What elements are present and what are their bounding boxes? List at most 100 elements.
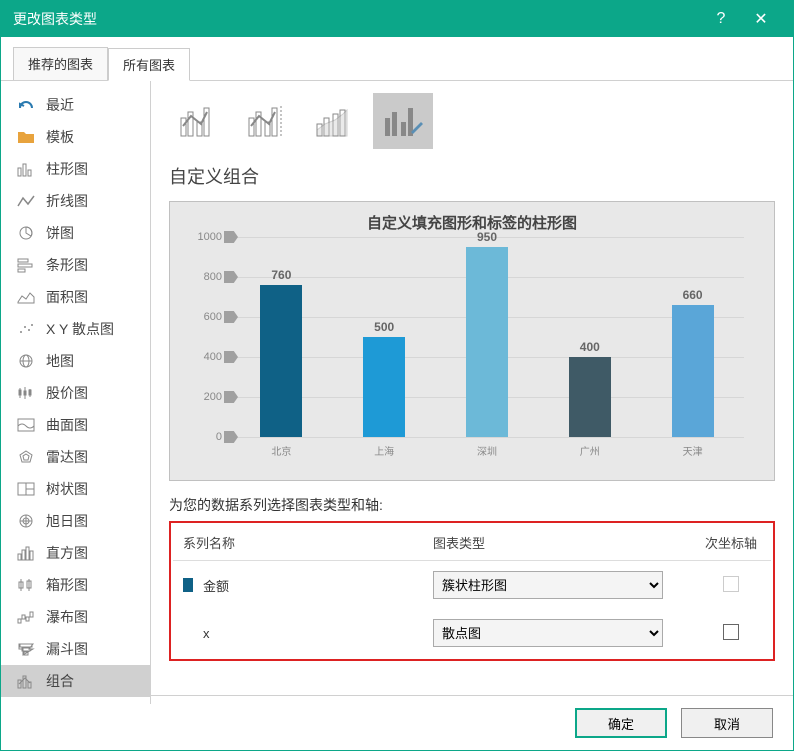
series-config-box: 系列名称 图表类型 次坐标轴 金额 簇状柱形图 x 散点图 (169, 521, 775, 661)
combo-type-1[interactable] (169, 93, 229, 149)
category-icon (16, 608, 36, 626)
sidebar-item-15[interactable]: 箱形图 (1, 569, 150, 601)
sidebar-item-label: 最近 (46, 95, 74, 115)
series-type-select[interactable]: 散点图 (433, 619, 663, 647)
combo-type-2[interactable] (237, 93, 297, 149)
combo-type-3[interactable] (305, 93, 365, 149)
ok-button[interactable]: 确定 (575, 708, 667, 738)
sidebar-item-4[interactable]: 饼图 (1, 217, 150, 249)
sidebar-item-1[interactable]: 模板 (1, 121, 150, 153)
chart-category-sidebar: 最近模板柱形图折线图饼图条形图面积图 X Y 散点图地图股价图曲面图雷达图树状图旭… (1, 81, 151, 704)
series-type-select[interactable]: 簇状柱形图 (433, 571, 663, 599)
sidebar-item-16[interactable]: 瀑布图 (1, 601, 150, 633)
secondary-axis-checkbox[interactable] (723, 624, 739, 640)
sidebar-item-12[interactable]: 树状图 (1, 473, 150, 505)
help-button[interactable]: ? (701, 10, 741, 28)
bar (363, 337, 405, 437)
bar-group: 660 (663, 288, 723, 437)
sidebar-item-18[interactable]: 组合 (1, 665, 150, 697)
category-icon (16, 640, 36, 658)
series-name-text: x (203, 626, 210, 641)
series-row: 金额 簇状柱形图 (173, 561, 771, 610)
bar-value-label: 500 (374, 320, 394, 334)
sidebar-item-13[interactable]: 旭日图 (1, 505, 150, 537)
sidebar-item-17[interactable]: 漏斗图 (1, 633, 150, 665)
sidebar-item-label: 饼图 (46, 223, 74, 243)
bar (260, 285, 302, 437)
x-tick: 广州 (560, 443, 620, 458)
sidebar-item-5[interactable]: 条形图 (1, 249, 150, 281)
close-button[interactable]: ✕ (741, 9, 781, 29)
sidebar-item-9[interactable]: 股价图 (1, 377, 150, 409)
sidebar-item-14[interactable]: 直方图 (1, 537, 150, 569)
category-icon (16, 544, 36, 562)
category-icon (16, 384, 36, 402)
category-icon (16, 576, 36, 594)
bar-group: 950 (457, 230, 517, 437)
sidebar-item-3[interactable]: 折线图 (1, 185, 150, 217)
y-tick: 400 (192, 351, 222, 363)
sidebar-item-label: 箱形图 (46, 575, 88, 595)
bar-value-label: 660 (683, 288, 703, 302)
sidebar-item-6[interactable]: 面积图 (1, 281, 150, 313)
category-icon (16, 512, 36, 530)
sidebar-item-label: 直方图 (46, 543, 88, 563)
sidebar-item-8[interactable]: 地图 (1, 345, 150, 377)
sidebar-item-label: 地图 (46, 351, 74, 371)
col-secondary-axis: 次坐标轴 (691, 525, 771, 561)
bar (466, 247, 508, 437)
bar-value-label: 400 (580, 340, 600, 354)
sidebar-item-label: 折线图 (46, 191, 88, 211)
sidebar-item-label: 柱形图 (46, 159, 88, 179)
dialog-footer: 确定 取消 (1, 695, 793, 750)
sidebar-item-2[interactable]: 柱形图 (1, 153, 150, 185)
sidebar-item-label: X Y 散点图 (46, 319, 114, 339)
col-series-name: 系列名称 (173, 525, 423, 561)
tab-all-charts[interactable]: 所有图表 (108, 48, 190, 81)
sidebar-item-label: 漏斗图 (46, 639, 88, 659)
sidebar-item-0[interactable]: 最近 (1, 89, 150, 121)
sidebar-item-label: 条形图 (46, 255, 88, 275)
sidebar-item-10[interactable]: 曲面图 (1, 409, 150, 441)
dialog-title: 更改图表类型 (13, 9, 701, 29)
category-icon (16, 320, 36, 338)
sidebar-item-label: 瀑布图 (46, 607, 88, 627)
series-name-text: 金额 (203, 576, 229, 595)
y-tick: 1000 (192, 231, 222, 243)
category-icon (16, 96, 36, 114)
category-icon (16, 416, 36, 434)
col-chart-type: 图表类型 (423, 525, 691, 561)
category-icon (16, 480, 36, 498)
bar-value-label: 760 (271, 268, 291, 282)
sidebar-item-label: 股价图 (46, 383, 88, 403)
bar (569, 357, 611, 437)
bar-value-label: 950 (477, 230, 497, 244)
tab-recommended[interactable]: 推荐的图表 (13, 47, 108, 80)
x-tick: 北京 (251, 443, 311, 458)
y-tick: 800 (192, 271, 222, 283)
dialog-change-chart-type: 更改图表类型 ? ✕ 推荐的图表 所有图表 最近模板柱形图折线图饼图条形图面积图… (0, 0, 794, 751)
y-tick: 0 (192, 431, 222, 443)
category-icon (16, 128, 36, 146)
x-tick: 深圳 (457, 443, 517, 458)
combo-type-custom[interactable] (373, 93, 433, 149)
cancel-button[interactable]: 取消 (681, 708, 773, 738)
sidebar-item-label: 面积图 (46, 287, 88, 307)
y-tick: 200 (192, 391, 222, 403)
x-tick: 天津 (663, 443, 723, 458)
category-icon (16, 448, 36, 466)
bar-group: 760 (251, 268, 311, 437)
category-icon (16, 192, 36, 210)
category-icon (16, 256, 36, 274)
sidebar-item-7[interactable]: X Y 散点图 (1, 313, 150, 345)
sidebar-item-11[interactable]: 雷达图 (1, 441, 150, 473)
bar-group: 400 (560, 340, 620, 437)
sidebar-item-label: 树状图 (46, 479, 88, 499)
x-tick: 上海 (354, 443, 414, 458)
category-icon (16, 288, 36, 306)
category-icon (16, 224, 36, 242)
y-tick: 600 (192, 311, 222, 323)
secondary-axis-checkbox[interactable] (723, 576, 739, 592)
combo-subtype-row (169, 93, 775, 149)
category-icon (16, 160, 36, 178)
